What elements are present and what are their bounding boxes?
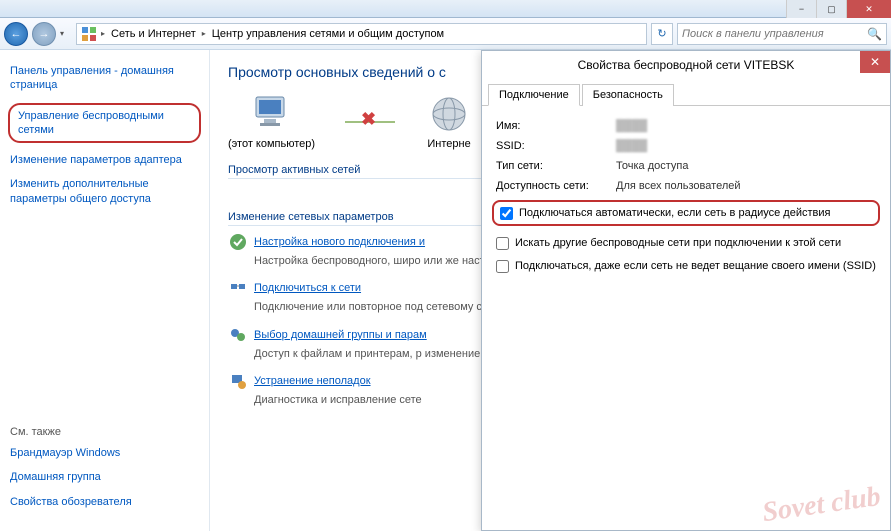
highlight-annotation: Управление беспроводными сетями	[8, 103, 201, 144]
network-icon	[228, 278, 248, 298]
prop-avail-value: Для всех пользователей	[616, 180, 741, 192]
dialog-body: Имя:████ SSID:████ Тип сети:Точка доступ…	[482, 106, 890, 295]
breadcrumb[interactable]: ▸ Сеть и Интернет ▸ Центр управления сет…	[76, 23, 647, 45]
sidebar-also-firewall[interactable]: Брандмауэр Windows	[10, 446, 199, 460]
computer-icon	[248, 94, 296, 134]
tab-security[interactable]: Безопасность	[582, 84, 674, 106]
checkbox-hidden-ssid[interactable]: Подключаться, даже если сеть не ведет ве…	[496, 259, 876, 273]
prop-ssid-label: SSID:	[496, 140, 616, 152]
control-panel-icon	[81, 26, 97, 42]
dialog-tabs: Подключение Безопасность	[482, 83, 890, 106]
chevron-right-icon: ▸	[202, 29, 206, 38]
sidebar-item-adapter[interactable]: Изменение параметров адаптера	[10, 153, 199, 167]
close-button[interactable]: ✕	[846, 0, 891, 18]
checkbox-auto-connect-input[interactable]	[500, 207, 513, 220]
prop-type-value: Точка доступа	[616, 160, 688, 172]
checkbox-hidden-ssid-input[interactable]	[496, 260, 509, 273]
prop-ssid-value: ████	[616, 140, 647, 152]
internet-node: Интерне	[425, 94, 473, 150]
chevron-right-icon: ▸	[101, 29, 105, 38]
see-also-label: См. также	[10, 426, 199, 438]
breadcrumb-network[interactable]: Сеть и Интернет	[109, 28, 198, 40]
this-pc-node: (этот компьютер)	[228, 94, 315, 150]
sidebar-home-link[interactable]: Панель управления - домашняя страница	[10, 64, 199, 93]
back-button[interactable]: ←	[4, 22, 28, 46]
search-icon: 🔍	[867, 27, 882, 41]
history-dropdown[interactable]: ▾	[60, 29, 72, 38]
disconnected-icon: ✖	[361, 109, 376, 130]
checkbox-auto-connect-label: Подключаться автоматически, если сеть в …	[519, 206, 830, 220]
sidebar: Панель управления - домашняя страница Уп…	[0, 50, 210, 531]
checkbox-auto-connect[interactable]: Подключаться автоматически, если сеть в …	[500, 206, 872, 220]
checkbox-search-other-input[interactable]	[496, 237, 509, 250]
prop-name-label: Имя:	[496, 120, 616, 132]
internet-label: Интерне	[425, 138, 473, 150]
dialog-close-button[interactable]: ✕	[860, 51, 890, 73]
task-troubleshoot-link[interactable]: Устранение неполадок	[254, 375, 371, 387]
tab-connection[interactable]: Подключение	[488, 84, 580, 106]
checkbox-search-other[interactable]: Искать другие беспроводные сети при подк…	[496, 236, 876, 250]
checkbox-search-other-label: Искать другие беспроводные сети при подк…	[515, 236, 841, 250]
sidebar-item-wireless[interactable]: Управление беспроводными сетями	[18, 109, 191, 138]
homegroup-icon	[228, 325, 248, 345]
search-input[interactable]	[682, 28, 867, 40]
window-controls: − ▢ ✕	[786, 0, 891, 18]
connection-icon	[228, 232, 248, 252]
prop-type-label: Тип сети:	[496, 160, 616, 172]
checkbox-hidden-ssid-label: Подключаться, даже если сеть не ведет ве…	[515, 259, 876, 273]
sidebar-item-sharing[interactable]: Изменить дополнительные параметры общего…	[10, 177, 199, 206]
dialog-title: Свойства беспроводной сети VITEBSK	[578, 58, 795, 72]
wireless-properties-dialog: Свойства беспроводной сети VITEBSK ✕ Под…	[481, 50, 891, 531]
refresh-button[interactable]: ↻	[651, 23, 673, 45]
dialog-title-bar[interactable]: Свойства беспроводной сети VITEBSK ✕	[482, 51, 890, 79]
globe-icon	[425, 94, 473, 134]
task-homegroup-link[interactable]: Выбор домашней группы и парам	[254, 329, 427, 341]
task-connect-link[interactable]: Подключиться к сети	[254, 282, 361, 294]
breadcrumb-sharing-center[interactable]: Центр управления сетями и общим доступом	[210, 28, 446, 40]
maximize-button[interactable]: ▢	[816, 0, 846, 18]
task-new-connection-link[interactable]: Настройка нового подключения и	[254, 236, 425, 248]
this-pc-label: (этот компьютер)	[228, 138, 315, 150]
connection-status: ✖	[345, 121, 395, 123]
troubleshoot-icon	[228, 371, 248, 391]
forward-button[interactable]: →	[32, 22, 56, 46]
prop-avail-label: Доступность сети:	[496, 180, 616, 192]
minimize-button[interactable]: −	[786, 0, 816, 18]
prop-name-value: ████	[616, 120, 647, 132]
window-title-bar: − ▢ ✕	[0, 0, 891, 18]
navigation-bar: ← → ▾ ▸ Сеть и Интернет ▸ Центр управлен…	[0, 18, 891, 50]
highlight-annotation-2: Подключаться автоматически, если сеть в …	[492, 200, 880, 226]
sidebar-also-internet-options[interactable]: Свойства обозревателя	[10, 495, 199, 509]
sidebar-also-homegroup[interactable]: Домашняя группа	[10, 470, 199, 484]
search-box[interactable]: 🔍	[677, 23, 887, 45]
